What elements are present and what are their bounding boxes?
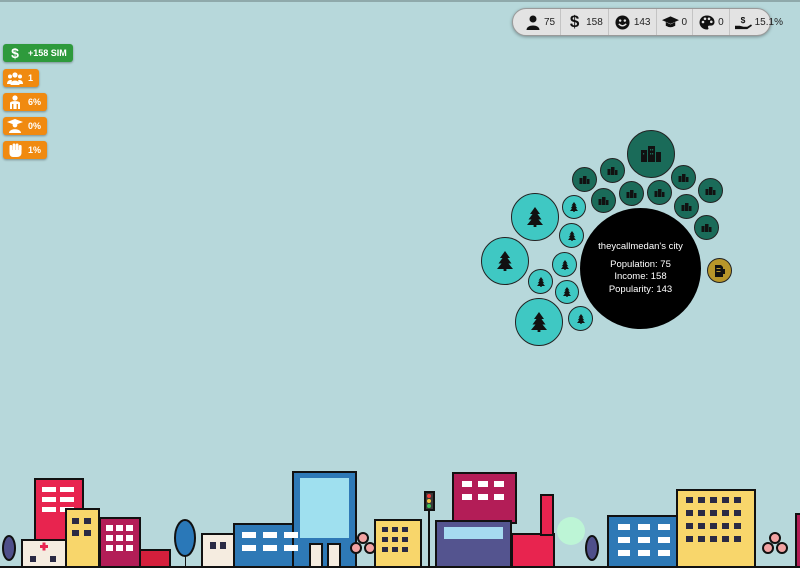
unrest-button[interactable]: 1% bbox=[3, 141, 48, 159]
top-border bbox=[0, 0, 800, 2]
district-bubble[interactable] bbox=[627, 130, 675, 178]
building-icon bbox=[705, 186, 716, 195]
elder-icon bbox=[7, 95, 23, 109]
stat-tax: $ 15.1% bbox=[730, 9, 788, 35]
users-icon bbox=[7, 71, 23, 85]
graduation-cap-icon bbox=[661, 14, 679, 31]
pine-tree-icon bbox=[531, 312, 547, 332]
fist-icon bbox=[7, 143, 23, 157]
building-bubble[interactable] bbox=[674, 194, 699, 219]
document-dollar-icon bbox=[714, 264, 725, 277]
building-icon bbox=[607, 166, 618, 175]
building-bubble[interactable] bbox=[671, 165, 696, 190]
tree-bubble[interactable] bbox=[568, 306, 593, 331]
building-bubble[interactable] bbox=[591, 188, 616, 213]
students-label: 0% bbox=[28, 121, 42, 131]
stat-happiness: 143 bbox=[609, 9, 657, 35]
building-bubble[interactable] bbox=[600, 158, 625, 183]
forest-bubble[interactable] bbox=[481, 237, 529, 285]
pine-tree-icon bbox=[497, 251, 513, 271]
forest-bubble[interactable] bbox=[511, 193, 559, 241]
stat-education: 0 bbox=[657, 9, 694, 35]
elderly-button[interactable]: 6% bbox=[3, 93, 48, 111]
citizens-label: 1 bbox=[28, 73, 34, 83]
city-popularity: Popularity: 143 bbox=[608, 283, 673, 295]
stat-happiness-value: 143 bbox=[633, 16, 651, 28]
forest-bubble[interactable] bbox=[515, 298, 563, 346]
person-icon bbox=[524, 14, 541, 31]
building-bubble[interactable] bbox=[572, 167, 597, 192]
building-icon bbox=[626, 189, 637, 198]
pine-tree-icon bbox=[536, 276, 545, 287]
pine-tree-icon bbox=[567, 230, 576, 241]
city-bubble[interactable]: theycallmedan's city Population: 75 Inco… bbox=[580, 208, 701, 329]
tree-bubble[interactable] bbox=[552, 252, 577, 277]
stat-education-value: 0 bbox=[681, 16, 688, 28]
tree-bubble[interactable] bbox=[528, 269, 553, 294]
building-icon bbox=[678, 173, 689, 182]
pine-tree-icon bbox=[527, 207, 543, 227]
unrest-label: 1% bbox=[28, 145, 42, 155]
city-income: Income: 158 bbox=[614, 271, 667, 282]
resource-bubble[interactable] bbox=[707, 258, 732, 283]
income-button[interactable]: $ +158 SIM bbox=[3, 44, 73, 62]
citizens-button[interactable]: 1 bbox=[3, 69, 40, 87]
pine-tree-icon bbox=[570, 202, 578, 212]
stat-culture: 0 bbox=[693, 9, 730, 35]
pine-tree-icon bbox=[560, 259, 569, 270]
stat-population: 75 bbox=[519, 9, 562, 35]
city-population: Population: 75 bbox=[610, 258, 671, 270]
building-bubble[interactable] bbox=[619, 181, 644, 206]
elderly-label: 6% bbox=[28, 97, 42, 107]
pine-tree-icon bbox=[563, 287, 571, 297]
stat-money-value: 158 bbox=[586, 16, 603, 28]
palette-icon bbox=[698, 14, 715, 31]
building-bubble[interactable] bbox=[694, 215, 719, 240]
stat-money: $ 158 bbox=[561, 9, 609, 35]
dollar-icon: $ bbox=[11, 45, 19, 61]
building-bubble[interactable] bbox=[647, 180, 672, 205]
stat-population-value: 75 bbox=[544, 16, 556, 28]
building-bubble[interactable] bbox=[698, 178, 723, 203]
stats-bar: 75 $ 158 143 0 0 $ 15.1% bbox=[512, 8, 783, 36]
building-icon bbox=[654, 188, 665, 197]
tree-bubble[interactable] bbox=[562, 195, 586, 219]
city-buildings-icon bbox=[641, 146, 661, 162]
income-label: +158 SIM bbox=[28, 48, 67, 58]
hand-coin-icon: $ bbox=[734, 14, 752, 31]
student-icon bbox=[7, 119, 23, 133]
students-button[interactable]: 0% bbox=[3, 117, 48, 135]
svg-text:$: $ bbox=[740, 15, 745, 25]
building-icon bbox=[598, 196, 609, 205]
stat-tax-value: 15.1% bbox=[754, 16, 783, 28]
pine-tree-icon bbox=[576, 313, 585, 324]
smiley-icon bbox=[614, 14, 631, 31]
city-skyline-illustration bbox=[0, 471, 800, 568]
building-icon bbox=[681, 202, 692, 211]
building-icon bbox=[701, 223, 712, 232]
building-icon bbox=[579, 175, 590, 184]
city-name: theycallmedan's city bbox=[598, 241, 683, 252]
stat-culture-value: 0 bbox=[718, 16, 724, 28]
tree-bubble[interactable] bbox=[559, 223, 584, 248]
tree-bubble[interactable] bbox=[555, 280, 579, 304]
dollar-icon: $ bbox=[569, 12, 580, 31]
